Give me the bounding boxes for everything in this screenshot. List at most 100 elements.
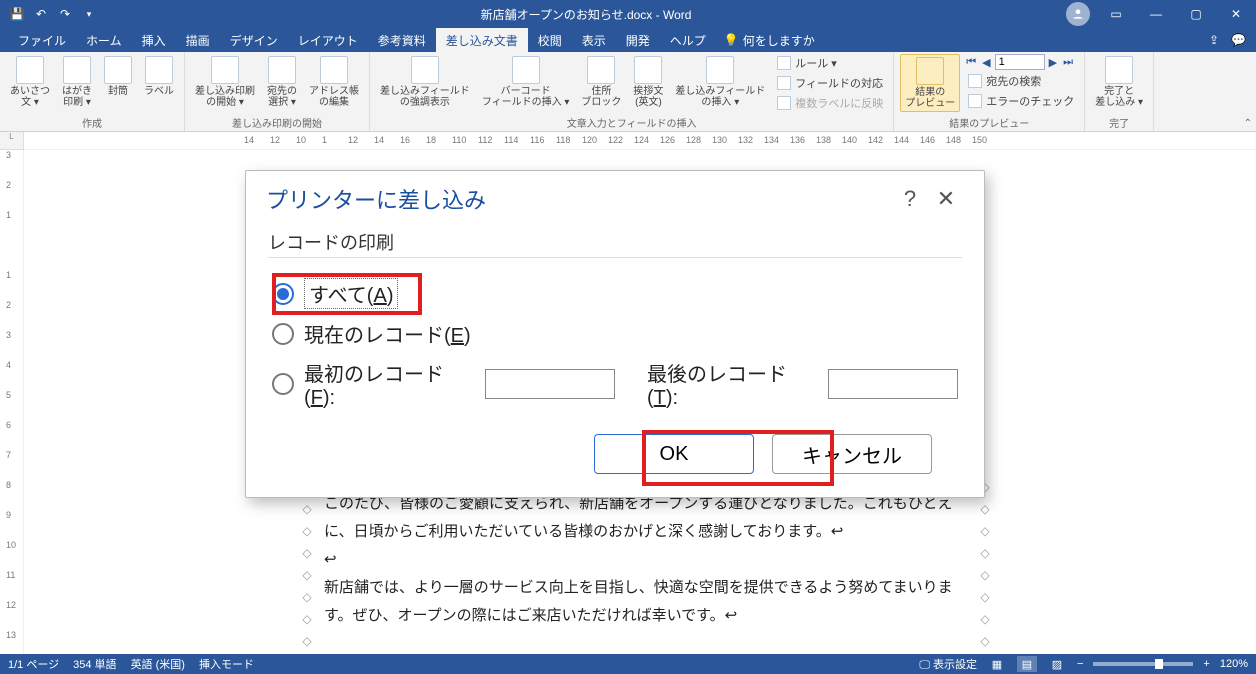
- greeting-button[interactable]: 挨拶文 (英文): [629, 54, 667, 110]
- vertical-ruler[interactable]: 32112345678910111213: [0, 150, 24, 654]
- status-page[interactable]: 1/1 ページ: [8, 656, 59, 672]
- page-border-left: ◇◇◇◇◇◇◇◇◇◇◇◇◇◇◇◇: [296, 480, 314, 654]
- tab-home[interactable]: ホーム: [76, 28, 132, 52]
- rules-icon: [777, 56, 791, 70]
- horizontal-ruler[interactable]: 1412101121416181101121141161181201221241…: [24, 132, 1256, 150]
- recipients-icon: [268, 56, 296, 84]
- hagaki-icon: [63, 56, 91, 84]
- display-settings[interactable]: 🖵 表示設定: [919, 656, 977, 672]
- minimize-button[interactable]: —: [1136, 0, 1176, 28]
- status-language[interactable]: 英語 (米国): [131, 656, 185, 672]
- addrbook-icon: [320, 56, 348, 84]
- ribbon-group-start: 差し込み印刷の開始 ▾ 宛先の選択 ▾ アドレス帳の編集 差し込み印刷の開始: [185, 52, 370, 131]
- cancel-button[interactable]: キャンセル: [772, 434, 932, 474]
- zoom-slider[interactable]: [1093, 662, 1193, 666]
- title-bar: 💾 ↶ ↷ ▾ 新店舗オープンのお知らせ.docx - Word ▭ — ▢ ✕: [0, 0, 1256, 28]
- dialog-body: すべて(A) 現在のレコード(E) 最初のレコード(F): 最後のレコード(T)…: [246, 258, 984, 484]
- start-mailmerge-button[interactable]: 差し込み印刷の開始 ▾: [191, 54, 259, 110]
- tab-view[interactable]: 表示: [572, 28, 616, 52]
- status-insert-mode[interactable]: 挿入モード: [199, 656, 254, 672]
- close-button[interactable]: ✕: [1216, 0, 1256, 28]
- radio-row-all[interactable]: すべて(A): [272, 278, 958, 309]
- last-record-button[interactable]: ⏭: [1061, 56, 1075, 69]
- view-web-icon[interactable]: ▨: [1047, 656, 1067, 672]
- dialog-title-text: プリンターに差し込み: [266, 183, 892, 215]
- tab-mailings[interactable]: 差し込み文書: [436, 28, 528, 52]
- radio-row-current[interactable]: 現在のレコード(E): [272, 319, 958, 348]
- maximize-button[interactable]: ▢: [1176, 0, 1216, 28]
- update-labels-button: 複数ラベルに反映: [773, 94, 887, 112]
- tab-file[interactable]: ファイル: [8, 28, 76, 52]
- ribbon-group-finish: 完了と差し込み ▾ 完了: [1085, 52, 1154, 131]
- ok-button[interactable]: OK: [594, 434, 754, 474]
- tab-layout[interactable]: レイアウト: [288, 28, 368, 52]
- tab-design[interactable]: デザイン: [220, 28, 288, 52]
- rules-button[interactable]: ルール ▾: [773, 54, 887, 72]
- duplabel-icon: [777, 96, 791, 110]
- dialog-close-button[interactable]: ✕: [928, 186, 964, 212]
- aisatsu-icon: [16, 56, 44, 84]
- find-recipient-button[interactable]: 宛先の検索: [964, 72, 1078, 90]
- finish-icon: [1105, 56, 1133, 84]
- insert-field-button[interactable]: 差し込みフィールドの挿入 ▾: [671, 54, 769, 110]
- tab-insert[interactable]: 挿入: [132, 28, 176, 52]
- range-from-input[interactable]: [485, 369, 615, 399]
- group-label-fields: 文章入力とフィールドの挿入: [376, 115, 887, 131]
- view-read-icon[interactable]: ▦: [987, 656, 1007, 672]
- radio-range[interactable]: [272, 373, 294, 395]
- user-avatar[interactable]: [1066, 2, 1090, 26]
- ribbon-group-preview: 結果のプレビュー ⏮ ◀ ▶ ⏭ 宛先の検索 エラーのチェック 結果のプレビュー: [894, 52, 1085, 131]
- preview-results-button[interactable]: 結果のプレビュー: [900, 54, 960, 112]
- label-button[interactable]: ラベル: [140, 54, 178, 99]
- hagaki-button[interactable]: はがき印刷 ▾: [58, 54, 96, 110]
- radio-current[interactable]: [272, 323, 294, 345]
- status-words[interactable]: 354 単語: [73, 656, 116, 672]
- highlight-fields-button[interactable]: 差し込みフィールドの強調表示: [376, 54, 474, 110]
- zoom-out-button[interactable]: −: [1077, 658, 1083, 670]
- envelope-button[interactable]: 封筒: [100, 54, 136, 99]
- check-errors-button[interactable]: エラーのチェック: [964, 92, 1078, 110]
- share-icon[interactable]: ⇪: [1209, 33, 1219, 47]
- record-number-input[interactable]: [995, 54, 1045, 70]
- radio-range-from-label: 最初のレコード(F):: [304, 358, 475, 410]
- match-fields-button[interactable]: フィールドの対応: [773, 74, 887, 92]
- ribbon-display-icon[interactable]: ▭: [1096, 0, 1136, 28]
- select-recipients-button[interactable]: 宛先の選択 ▾: [263, 54, 301, 110]
- tab-developer[interactable]: 開発: [616, 28, 660, 52]
- address-block-button[interactable]: 住所ブロック: [577, 54, 625, 110]
- group-label-start: 差し込み印刷の開始: [191, 115, 363, 131]
- radio-row-range[interactable]: 最初のレコード(F): 最後のレコード(T):: [272, 358, 958, 410]
- tab-review[interactable]: 校閲: [528, 28, 572, 52]
- barcode-button[interactable]: バーコードフィールドの挿入 ▾: [478, 54, 574, 110]
- zoom-level[interactable]: 120%: [1220, 658, 1248, 670]
- redo-icon[interactable]: ↷: [56, 5, 74, 23]
- ruler-corner: L: [0, 132, 24, 150]
- tab-references[interactable]: 参考資料: [368, 28, 436, 52]
- document-title: 新店舗オープンのお知らせ.docx - Word: [106, 6, 1066, 23]
- tell-me-search[interactable]: 💡 何をしますか: [716, 28, 823, 52]
- save-icon[interactable]: 💾: [8, 5, 26, 23]
- insert-field-icon: [706, 56, 734, 84]
- paragraph: 新店舗では、より一層のサービス向上を目指し、快適な空間を提供できるよう努めてまい…: [324, 574, 964, 630]
- aisatsu-button[interactable]: あいさつ文 ▾: [6, 54, 54, 110]
- edit-recipients-button[interactable]: アドレス帳の編集: [305, 54, 363, 110]
- comments-icon[interactable]: 💬: [1231, 33, 1246, 47]
- zoom-in-button[interactable]: +: [1203, 658, 1209, 670]
- range-to-input[interactable]: [828, 369, 958, 399]
- radio-all[interactable]: [272, 283, 294, 305]
- ribbon-tabs: ファイル ホーム 挿入 描画 デザイン レイアウト 参考資料 差し込み文書 校閲…: [0, 28, 1256, 52]
- collapse-ribbon-icon[interactable]: ⌃: [1244, 118, 1252, 129]
- finish-merge-button[interactable]: 完了と差し込み ▾: [1091, 54, 1147, 110]
- start-mailmerge-icon: [211, 56, 239, 84]
- first-record-button[interactable]: ⏮: [964, 56, 978, 69]
- next-record-button[interactable]: ▶: [1047, 56, 1059, 69]
- prev-record-button[interactable]: ◀: [980, 56, 992, 69]
- undo-icon[interactable]: ↶: [32, 5, 50, 23]
- view-print-icon[interactable]: ▤: [1017, 656, 1037, 672]
- dialog-help-button[interactable]: ?: [892, 186, 928, 212]
- qat-customize-icon[interactable]: ▾: [80, 5, 98, 23]
- tab-help[interactable]: ヘルプ: [660, 28, 716, 52]
- greeting-icon: [634, 56, 662, 84]
- tab-draw[interactable]: 描画: [176, 28, 220, 52]
- zoom-thumb[interactable]: [1155, 659, 1163, 669]
